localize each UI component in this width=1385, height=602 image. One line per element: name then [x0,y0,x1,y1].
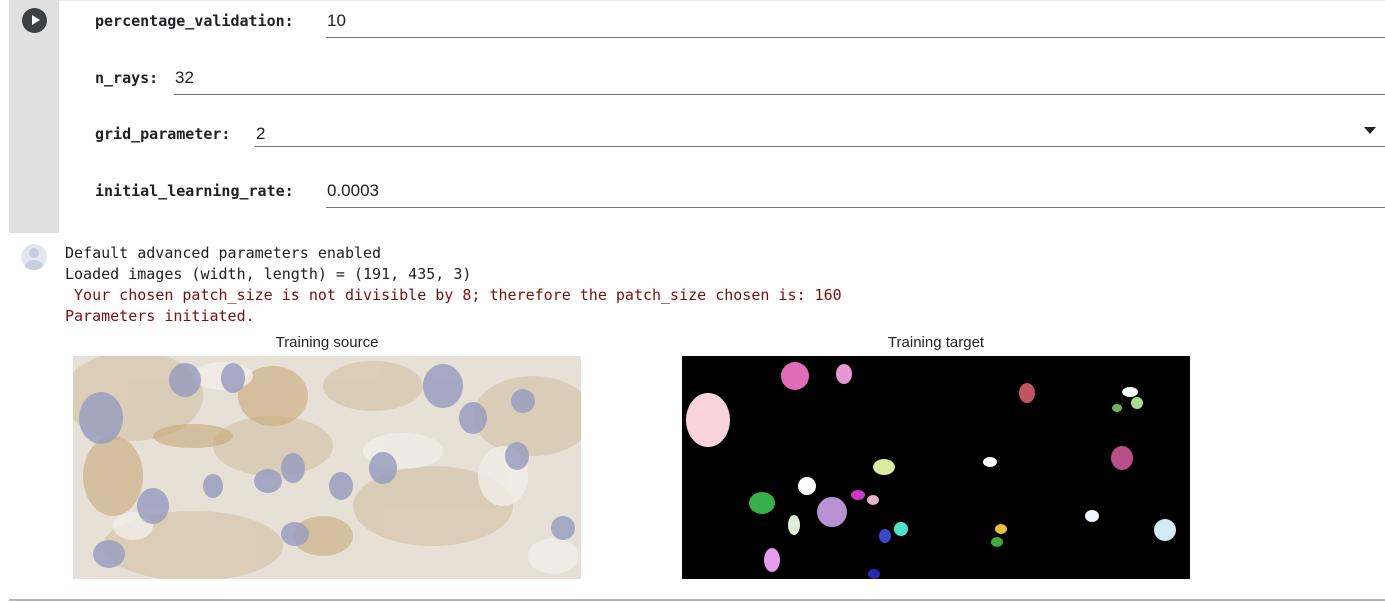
output-warning-line: Parameters initiated. [65,307,255,325]
run-cell-button[interactable] [22,8,47,33]
param-value: 32 [175,68,194,87]
param-label: grid_parameter: [95,125,231,143]
param-value: 10 [327,11,346,30]
output-log: Default advanced parameters enabled Loade… [65,243,842,327]
training-target-title: Training target [887,334,985,351]
percentage-validation-input[interactable]: 10 [326,2,1385,38]
grid-parameter-select[interactable]: 2 [255,115,1385,147]
n-rays-input[interactable]: 32 [174,59,1385,95]
cell-divider [59,0,1385,1]
param-value: 2 [256,124,266,143]
output-line: Default advanced parameters enabled [65,244,382,262]
output-bottom-divider [9,599,1385,601]
output-warning-line: Your chosen patch_size is not divisible … [65,286,842,304]
training-target-image [682,356,1190,579]
form-cell: percentage_validation: 10 n_rays: 32 gri… [9,0,1385,235]
param-label: initial_learning_rate: [95,182,294,200]
training-source-image [73,356,581,579]
param-n-rays: n_rays: 32 [95,59,1385,95]
param-value: 0.0003 [327,181,379,200]
param-label: percentage_validation: [95,12,294,30]
initial-learning-rate-input[interactable]: 0.0003 [326,172,1385,208]
chevron-down-icon[interactable] [1364,127,1376,134]
training-source-title: Training source [275,334,379,351]
output-avatar-icon [21,244,47,270]
param-grid-parameter: grid_parameter: 2 [95,115,1385,151]
output-line: Loaded images (width, length) = (191, 43… [65,265,472,283]
param-label: n_rays: [95,69,159,87]
param-initial-learning-rate: initial_learning_rate: 0.0003 [95,172,1385,208]
cell-gutter [9,0,59,233]
param-percentage-validation: percentage_validation: 10 [95,2,1385,38]
